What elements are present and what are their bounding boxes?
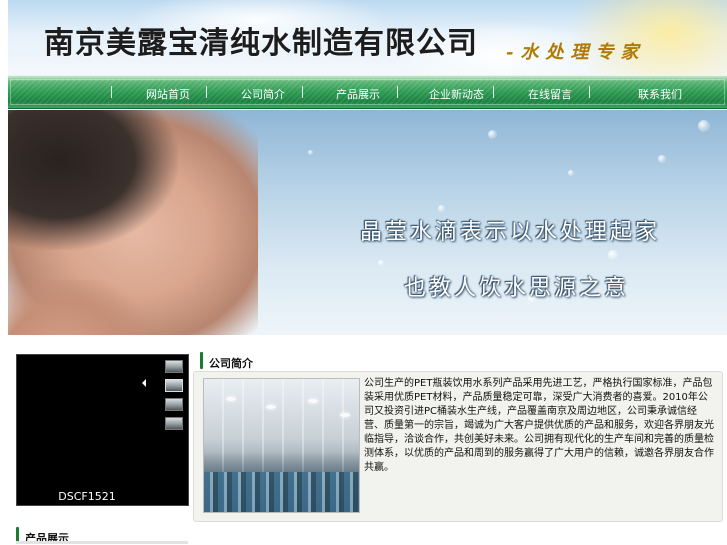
water-drop xyxy=(608,250,618,260)
water-drop xyxy=(698,120,710,132)
about-heading-text[interactable]: 公司简介 xyxy=(209,355,253,371)
about-description: 公司生产的PET瓶装饮用水系列产品采用先进工艺，严格执行国家标准，产品包装采用优… xyxy=(364,378,714,473)
water-drop xyxy=(658,155,666,163)
ceiling-lamp xyxy=(266,405,276,409)
ceiling-lamp xyxy=(340,413,350,417)
company-name: 南京美露宝清纯水制造有限公司 xyxy=(44,26,478,61)
slideshow-thumb[interactable] xyxy=(165,360,183,373)
water-drop xyxy=(438,205,445,212)
nav-item-contact[interactable]: 联系我们 xyxy=(638,86,682,101)
hero-tagline-2: 也教人饮水思源之意 xyxy=(404,276,630,301)
ceiling-lamp xyxy=(226,397,236,401)
slideshow-thumb[interactable] xyxy=(165,379,183,392)
site-header: 南京美露宝清纯水制造有限公司 -水处理专家 xyxy=(8,0,727,75)
hero-woman-shoulder xyxy=(8,280,148,335)
products-heading-underline xyxy=(16,541,188,544)
photo-slideshow[interactable]: DSCF1521 xyxy=(16,354,189,506)
nav-item-about[interactable]: 公司简介 xyxy=(241,86,285,101)
nav-separator xyxy=(206,86,207,98)
nav-separator xyxy=(302,86,303,98)
active-thumb-arrow-icon xyxy=(142,379,146,387)
company-slogan: -水处理专家 xyxy=(506,42,646,63)
nav-item-home[interactable]: 网站首页 xyxy=(146,86,190,101)
nav-separator xyxy=(493,86,494,98)
hero-tagline-1: 晶莹水滴表示以水处理起家 xyxy=(360,220,661,245)
slideshow-thumb[interactable] xyxy=(165,417,183,430)
water-drop xyxy=(568,170,574,176)
heading-marker xyxy=(200,352,203,369)
about-panel: 公司生产的PET瓶装饮用水系列产品采用先进工艺，严格执行国家标准，产品包装采用优… xyxy=(193,371,723,522)
factory-photo xyxy=(203,378,360,513)
hero-woman-hair xyxy=(8,110,178,250)
ceiling-lamp xyxy=(308,399,318,403)
water-drop xyxy=(378,260,384,266)
water-drop xyxy=(488,130,497,139)
water-bottle-crates xyxy=(204,472,359,512)
main-nav: 网站首页 公司简介 产品展示 企业新动态 在线留言 联系我们 xyxy=(8,75,727,109)
hero-banner: 晶莹水滴表示以水处理起家 也教人饮水思源之意 xyxy=(8,110,727,335)
nav-separator xyxy=(589,86,590,98)
nav-separator xyxy=(397,86,398,98)
nav-separator xyxy=(111,86,112,98)
water-drop xyxy=(308,150,313,155)
slideshow-thumb[interactable] xyxy=(165,398,183,411)
nav-item-guestbook[interactable]: 在线留言 xyxy=(528,86,572,101)
nav-item-products[interactable]: 产品展示 xyxy=(336,86,380,101)
nav-item-news[interactable]: 企业新动态 xyxy=(429,86,484,101)
slide-caption: DSCF1521 xyxy=(58,490,116,503)
